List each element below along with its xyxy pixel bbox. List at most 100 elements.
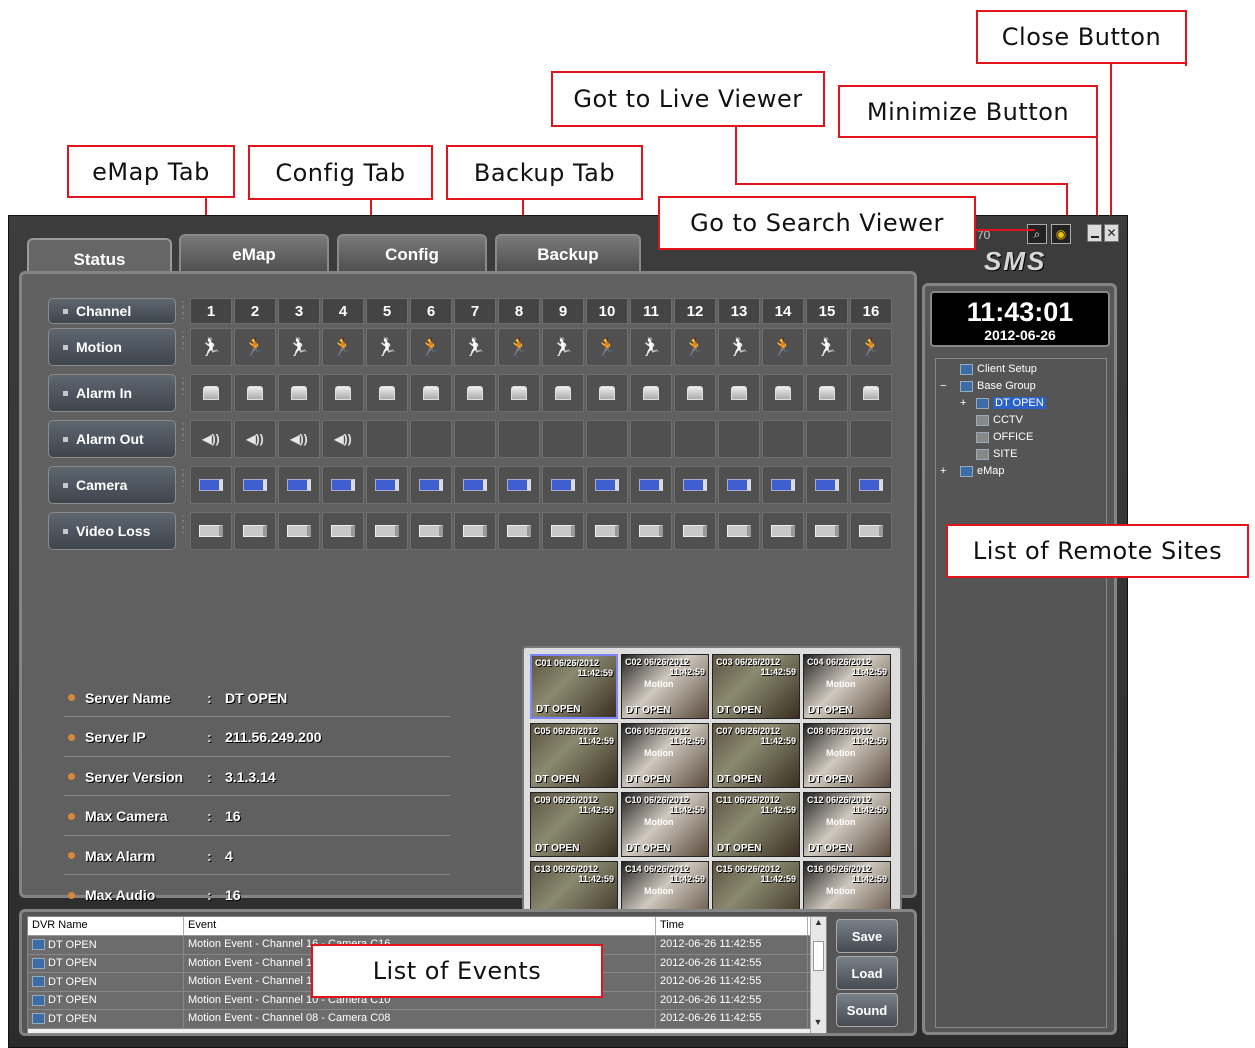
camera-cell[interactable]: [806, 466, 848, 504]
alarm-out-cell[interactable]: ◀)): [278, 420, 320, 458]
alarm-out-cell[interactable]: [542, 420, 584, 458]
video-loss-cell[interactable]: [718, 512, 760, 550]
camera-cell[interactable]: [278, 466, 320, 504]
video-loss-cell[interactable]: [410, 512, 452, 550]
alarm-in-cell[interactable]: [322, 374, 364, 412]
tab-backup[interactable]: Backup: [495, 234, 641, 274]
camera-thumbnail[interactable]: C05 06/26/2012 11:42:59 DT OPEN: [530, 723, 618, 788]
tree-emap[interactable]: + eMap: [940, 465, 1005, 477]
camera-cell[interactable]: [762, 466, 804, 504]
alarm-in-cell[interactable]: [542, 374, 584, 412]
motion-cell[interactable]: 🏃: [806, 328, 848, 366]
camera-cell[interactable]: [322, 466, 364, 504]
video-loss-cell[interactable]: [234, 512, 276, 550]
camera-thumbnail[interactable]: C04 06/26/2012 11:42:59 DT OPEN Motion: [803, 654, 891, 719]
motion-cell[interactable]: 🏃: [278, 328, 320, 366]
alarm-out-cell[interactable]: [366, 420, 408, 458]
video-loss-cell[interactable]: [806, 512, 848, 550]
camera-thumbnail[interactable]: C11 06/26/2012 11:42:59 DT OPEN: [712, 792, 800, 857]
tree-site-site[interactable]: SITE: [976, 448, 1017, 460]
alarm-out-cell[interactable]: [806, 420, 848, 458]
tab-config[interactable]: Config: [337, 234, 487, 274]
scroll-thumb[interactable]: [813, 941, 824, 971]
alarm-in-cell[interactable]: [806, 374, 848, 412]
motion-cell[interactable]: 🏃: [410, 328, 452, 366]
expand-icon[interactable]: +: [960, 397, 976, 409]
camera-cell[interactable]: [586, 466, 628, 504]
minimize-button[interactable]: [1087, 224, 1102, 242]
camera-thumbnail[interactable]: C01 06/26/2012 11:42:59 DT OPEN: [530, 654, 618, 719]
alarm-in-cell[interactable]: [454, 374, 496, 412]
video-loss-cell[interactable]: [190, 512, 232, 550]
scroll-up-icon[interactable]: ▲: [811, 917, 826, 933]
sound-button[interactable]: Sound: [836, 993, 898, 1027]
column-dvr-name[interactable]: DVR Name: [28, 917, 184, 935]
camera-thumbnail[interactable]: C03 06/26/2012 11:42:59 DT OPEN: [712, 654, 800, 719]
camera-cell[interactable]: [718, 466, 760, 504]
alarm-out-cell[interactable]: [498, 420, 540, 458]
alarm-in-cell[interactable]: [762, 374, 804, 412]
channel-number[interactable]: 3: [278, 298, 320, 324]
video-loss-cell[interactable]: [630, 512, 672, 550]
column-event[interactable]: Event: [184, 917, 656, 935]
motion-cell[interactable]: 🏃: [454, 328, 496, 366]
camera-cell[interactable]: [674, 466, 716, 504]
camera-thumbnail[interactable]: C08 06/26/2012 11:42:59 DT OPEN Motion: [803, 723, 891, 788]
camera-cell[interactable]: [190, 466, 232, 504]
motion-cell[interactable]: 🏃: [542, 328, 584, 366]
alarm-in-cell[interactable]: [718, 374, 760, 412]
channel-number[interactable]: 2: [234, 298, 276, 324]
camera-thumbnail[interactable]: C06 06/26/2012 11:42:59 DT OPEN Motion: [621, 723, 709, 788]
channel-number[interactable]: 10: [586, 298, 628, 324]
table-row[interactable]: DT OPEN Motion Event - Channel 08 - Camer…: [28, 1010, 826, 1029]
alarm-in-cell[interactable]: [278, 374, 320, 412]
channel-number[interactable]: 4: [322, 298, 364, 324]
tab-emap[interactable]: eMap: [179, 234, 329, 274]
motion-cell[interactable]: 🏃: [630, 328, 672, 366]
video-loss-cell[interactable]: [498, 512, 540, 550]
motion-cell[interactable]: 🏃: [674, 328, 716, 366]
channel-number[interactable]: 11: [630, 298, 672, 324]
alarm-out-cell[interactable]: [762, 420, 804, 458]
tree-site-office[interactable]: OFFICE: [976, 431, 1033, 443]
camera-thumbnail[interactable]: C02 06/26/2012 11:42:59 DT OPEN Motion: [621, 654, 709, 719]
motion-cell[interactable]: 🏃: [190, 328, 232, 366]
alarm-in-cell[interactable]: [674, 374, 716, 412]
motion-cell[interactable]: 🏃: [322, 328, 364, 366]
tree-site-dt-open[interactable]: + DT OPEN: [960, 397, 1046, 409]
alarm-in-cell[interactable]: [630, 374, 672, 412]
channel-number[interactable]: 12: [674, 298, 716, 324]
camera-thumbnail[interactable]: C07 06/26/2012 11:42:59 DT OPEN: [712, 723, 800, 788]
video-loss-cell[interactable]: [674, 512, 716, 550]
channel-number[interactable]: 14: [762, 298, 804, 324]
camera-thumbnail[interactable]: C10 06/26/2012 11:42:59 DT OPEN Motion: [621, 792, 709, 857]
motion-cell[interactable]: 🏃: [850, 328, 892, 366]
channel-number[interactable]: 8: [498, 298, 540, 324]
video-loss-cell[interactable]: [586, 512, 628, 550]
video-loss-cell[interactable]: [366, 512, 408, 550]
live-viewer-button[interactable]: ◉: [1051, 224, 1071, 244]
search-viewer-button[interactable]: ⌕: [1027, 224, 1047, 244]
motion-cell[interactable]: 🏃: [498, 328, 540, 366]
alarm-out-cell[interactable]: ◀)): [234, 420, 276, 458]
motion-cell[interactable]: 🏃: [586, 328, 628, 366]
video-loss-cell[interactable]: [322, 512, 364, 550]
channel-number[interactable]: 1: [190, 298, 232, 324]
alarm-in-cell[interactable]: [410, 374, 452, 412]
alarm-in-cell[interactable]: [498, 374, 540, 412]
camera-cell[interactable]: [366, 466, 408, 504]
load-button[interactable]: Load: [836, 956, 898, 990]
alarm-in-cell[interactable]: [190, 374, 232, 412]
close-button[interactable]: ✕: [1104, 224, 1119, 242]
channel-number[interactable]: 9: [542, 298, 584, 324]
camera-cell[interactable]: [410, 466, 452, 504]
motion-cell[interactable]: 🏃: [234, 328, 276, 366]
video-loss-cell[interactable]: [278, 512, 320, 550]
camera-cell[interactable]: [850, 466, 892, 504]
channel-number[interactable]: 6: [410, 298, 452, 324]
video-loss-cell[interactable]: [454, 512, 496, 550]
camera-thumbnail[interactable]: C09 06/26/2012 11:42:59 DT OPEN: [530, 792, 618, 857]
alarm-out-cell[interactable]: ◀)): [322, 420, 364, 458]
alarm-in-cell[interactable]: [850, 374, 892, 412]
expand-icon[interactable]: +: [940, 465, 960, 477]
